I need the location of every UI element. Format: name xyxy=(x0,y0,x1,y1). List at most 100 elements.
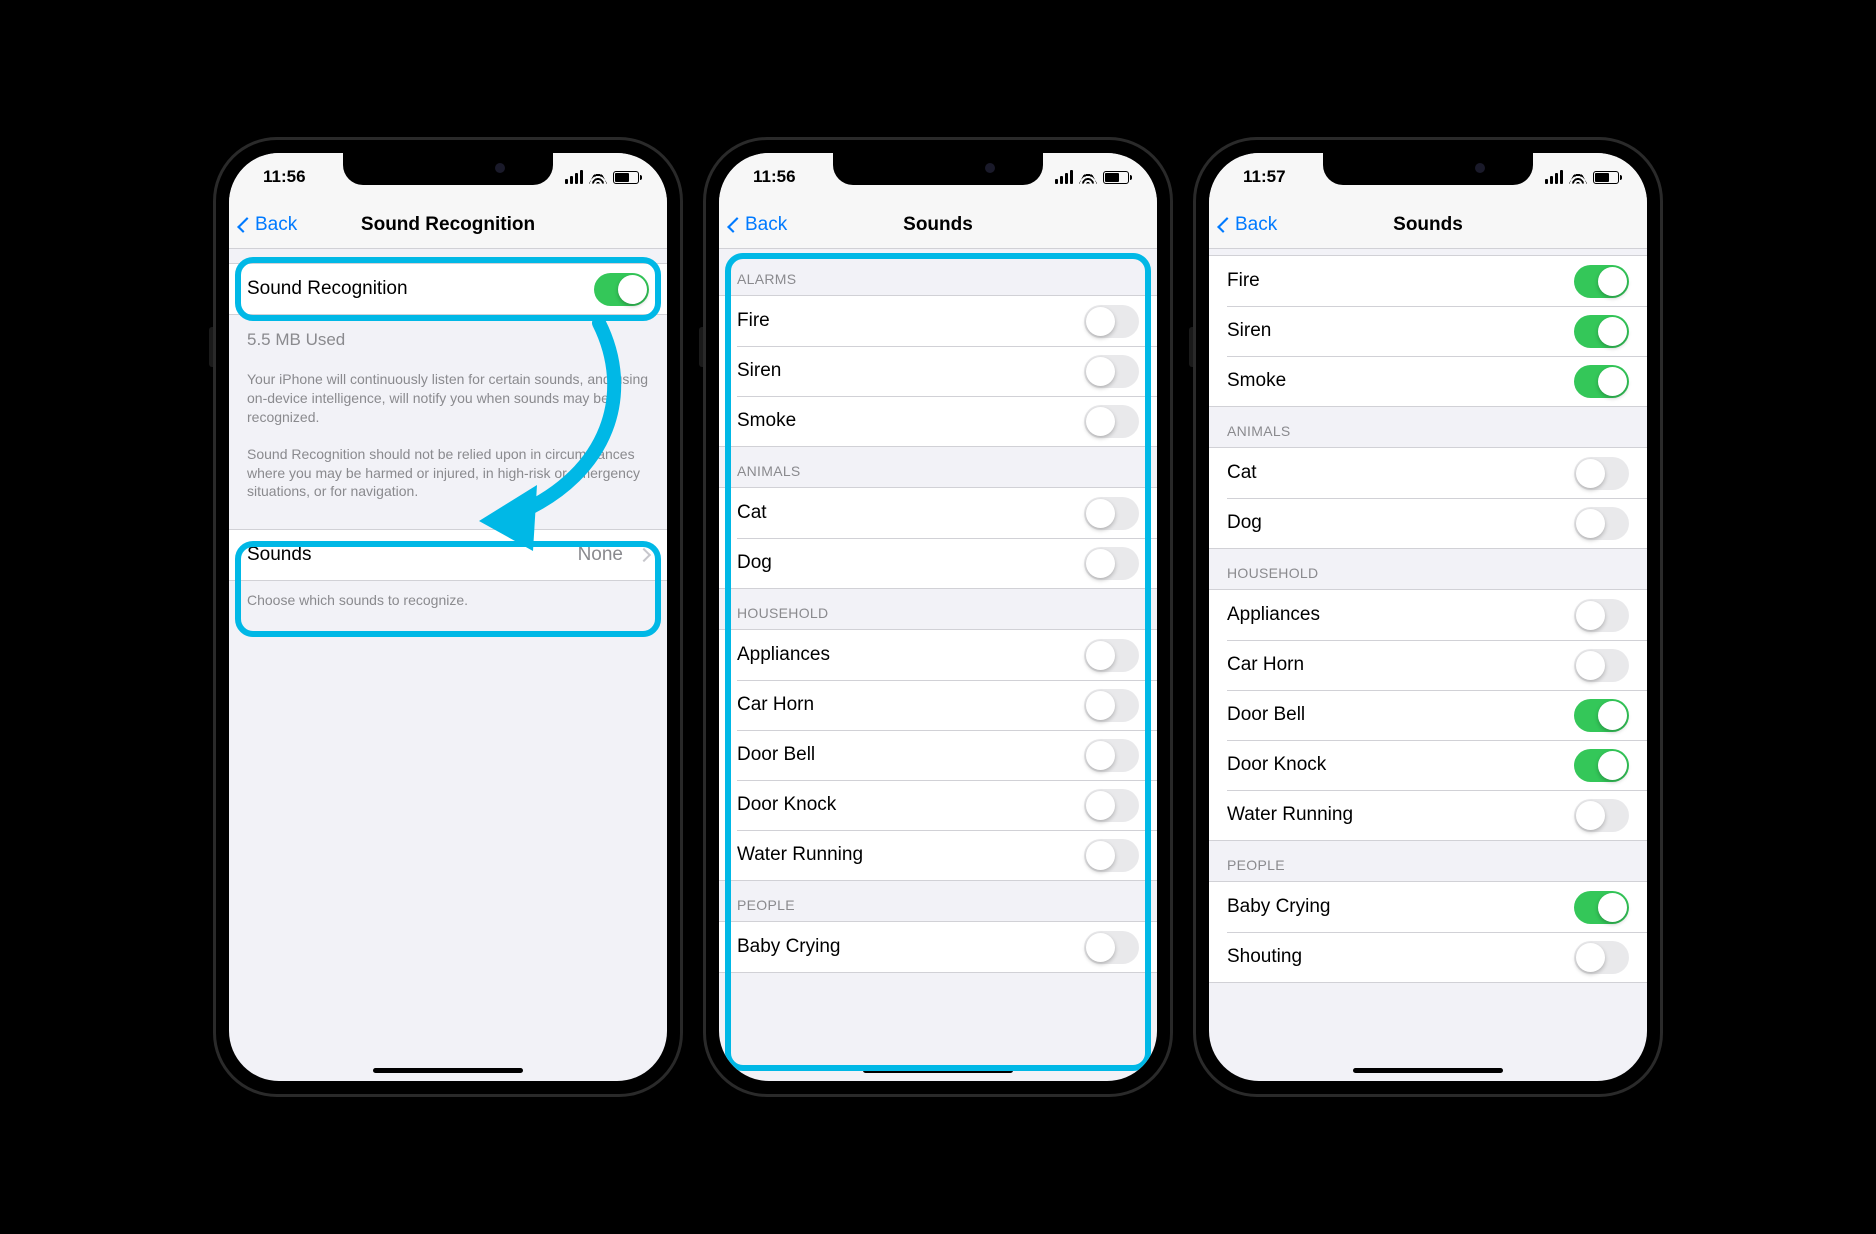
row-label: Sound Recognition xyxy=(247,278,408,300)
cellular-icon xyxy=(565,170,583,184)
sound-toggle[interactable] xyxy=(1084,305,1139,338)
sound-row[interactable]: Dog xyxy=(1209,498,1647,548)
home-indicator[interactable] xyxy=(373,1068,523,1073)
row-label: Door Bell xyxy=(1227,704,1305,726)
wifi-icon xyxy=(1079,171,1097,184)
sound-toggle[interactable] xyxy=(1574,265,1629,298)
sound-toggle[interactable] xyxy=(1084,931,1139,964)
sounds-value: None xyxy=(578,544,623,566)
sound-row[interactable]: Appliances xyxy=(1209,590,1647,640)
back-button[interactable]: Back xyxy=(1219,214,1277,236)
sound-toggle[interactable] xyxy=(1084,547,1139,580)
sound-toggle[interactable] xyxy=(1574,315,1629,348)
sound-toggle[interactable] xyxy=(1574,749,1629,782)
sound-row[interactable]: Water Running xyxy=(1209,790,1647,840)
notch xyxy=(1323,153,1533,185)
battery-icon xyxy=(613,171,639,184)
sound-row[interactable]: Car Horn xyxy=(719,680,1157,730)
sound-row[interactable]: Fire xyxy=(1209,256,1647,306)
sound-toggle[interactable] xyxy=(1084,789,1139,822)
section-header: ALARMS xyxy=(719,249,1157,295)
sound-toggle[interactable] xyxy=(1084,405,1139,438)
screen: 11:56 Back Sound Recognition Sound Recog… xyxy=(229,153,667,1081)
status-time: 11:57 xyxy=(1243,167,1286,187)
sound-row[interactable]: Siren xyxy=(719,346,1157,396)
sound-toggle[interactable] xyxy=(1574,365,1629,398)
description-2: Sound Recognition should not be relied u… xyxy=(229,427,667,502)
home-indicator[interactable] xyxy=(863,1068,1013,1073)
sound-toggle[interactable] xyxy=(1574,599,1629,632)
chevron-left-icon xyxy=(237,217,253,233)
row-label: Shouting xyxy=(1227,946,1302,968)
nav-bar: Back Sounds xyxy=(1209,201,1647,249)
sound-row[interactable]: Smoke xyxy=(719,396,1157,446)
sound-row[interactable]: Fire xyxy=(719,296,1157,346)
row-label: Baby Crying xyxy=(737,936,841,958)
home-indicator[interactable] xyxy=(1353,1068,1503,1073)
sound-toggle[interactable] xyxy=(1574,649,1629,682)
sound-toggle[interactable] xyxy=(1574,507,1629,540)
sound-row[interactable]: Smoke xyxy=(1209,356,1647,406)
sound-toggle[interactable] xyxy=(1574,891,1629,924)
section-header: PEOPLE xyxy=(719,881,1157,921)
chevron-left-icon xyxy=(727,217,743,233)
sound-row[interactable]: Siren xyxy=(1209,306,1647,356)
sound-row[interactable]: Baby Crying xyxy=(719,922,1157,972)
battery-icon xyxy=(1593,171,1619,184)
row-label: Door Bell xyxy=(737,744,815,766)
section-group: Cat Dog xyxy=(1209,447,1647,549)
status-icons xyxy=(565,170,639,184)
screen: 11:56 Back Sounds ALARMSFireSirenSmokeAN… xyxy=(719,153,1157,1081)
sound-recognition-toggle[interactable] xyxy=(594,273,649,306)
row-label: Sounds xyxy=(247,544,311,566)
sound-toggle[interactable] xyxy=(1084,739,1139,772)
chevron-left-icon xyxy=(1217,217,1233,233)
wifi-icon xyxy=(589,171,607,184)
notch xyxy=(833,153,1043,185)
row-label: Cat xyxy=(737,502,767,524)
content: Sound Recognition 5.5 MB Used Your iPhon… xyxy=(229,249,667,1081)
sounds-row[interactable]: Sounds None xyxy=(229,530,667,580)
back-label: Back xyxy=(255,214,297,236)
sound-row[interactable]: Door Bell xyxy=(1209,690,1647,740)
row-label: Siren xyxy=(1227,320,1271,342)
chevron-right-icon xyxy=(637,548,651,562)
sound-toggle[interactable] xyxy=(1084,355,1139,388)
row-label: Smoke xyxy=(1227,370,1286,392)
sound-row[interactable]: Cat xyxy=(1209,448,1647,498)
sound-row[interactable]: Car Horn xyxy=(1209,640,1647,690)
back-label: Back xyxy=(1235,214,1277,236)
row-label: Baby Crying xyxy=(1227,896,1331,918)
sound-row[interactable]: Appliances xyxy=(719,630,1157,680)
sound-row[interactable]: Dog xyxy=(719,538,1157,588)
sound-recognition-row[interactable]: Sound Recognition xyxy=(229,264,667,314)
sound-toggle[interactable] xyxy=(1084,689,1139,722)
sound-row[interactable]: Shouting xyxy=(1209,932,1647,982)
sound-row[interactable]: Door Bell xyxy=(719,730,1157,780)
section-group: Appliances Car Horn Door Bell Door KnockWat… xyxy=(1209,589,1647,841)
sound-row[interactable]: Baby Crying xyxy=(1209,882,1647,932)
back-button[interactable]: Back xyxy=(729,214,787,236)
sound-toggle[interactable] xyxy=(1574,941,1629,974)
row-label: Car Horn xyxy=(737,694,814,716)
phone-frame-1: 11:56 Back Sound Recognition Sound Recog… xyxy=(213,137,683,1097)
sound-row[interactable]: Door Knock xyxy=(1209,740,1647,790)
row-label: Car Horn xyxy=(1227,654,1304,676)
sound-row[interactable]: Water Running xyxy=(719,830,1157,880)
row-label: Dog xyxy=(1227,512,1262,534)
nav-bar: Back Sounds xyxy=(719,201,1157,249)
sound-toggle[interactable] xyxy=(1574,457,1629,490)
sound-row[interactable]: Door Knock xyxy=(719,780,1157,830)
sound-toggle[interactable] xyxy=(1084,639,1139,672)
row-label: Cat xyxy=(1227,462,1257,484)
sound-toggle[interactable] xyxy=(1574,799,1629,832)
section-group: Baby Crying Shouting xyxy=(1209,881,1647,983)
row-label: Appliances xyxy=(1227,604,1320,626)
sound-toggle[interactable] xyxy=(1084,497,1139,530)
cellular-icon xyxy=(1545,170,1563,184)
sound-toggle[interactable] xyxy=(1574,699,1629,732)
back-button[interactable]: Back xyxy=(239,214,297,236)
row-label: Smoke xyxy=(737,410,796,432)
sound-row[interactable]: Cat xyxy=(719,488,1157,538)
sound-toggle[interactable] xyxy=(1084,839,1139,872)
